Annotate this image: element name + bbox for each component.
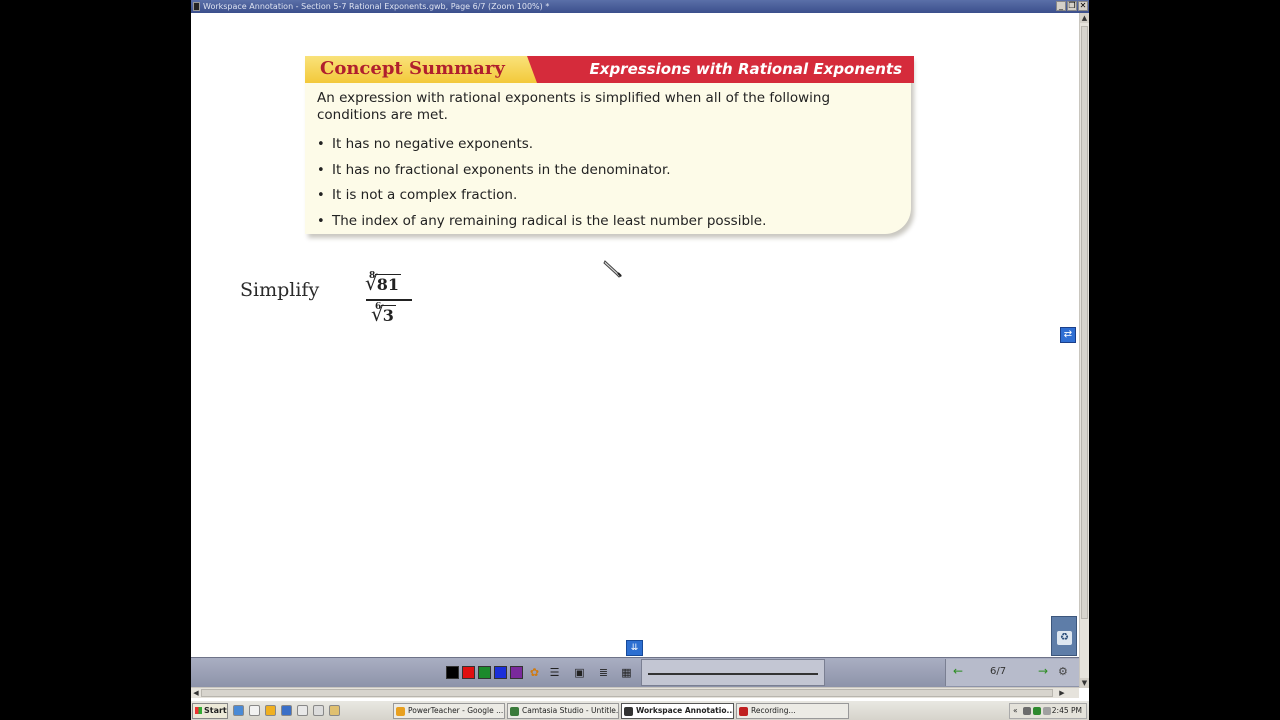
system-tray: « 2:45 PM bbox=[1009, 703, 1087, 719]
concept-summary-box: Concept Summary Expressions with Rationa… bbox=[305, 56, 915, 237]
recycle-icon: ♻ bbox=[1057, 631, 1072, 645]
radicand: 81 bbox=[374, 274, 402, 294]
recycle-bin-button[interactable]: ♻ bbox=[1051, 616, 1077, 656]
line-style-icon[interactable]: ≣ bbox=[596, 665, 611, 680]
task-label: PowerTeacher - Google ... bbox=[408, 706, 504, 715]
switch-side-icon[interactable]: ⇄ bbox=[1060, 327, 1076, 343]
pen-preview-panel[interactable] bbox=[641, 659, 825, 686]
taskbar-item-recording[interactable]: Recording... bbox=[736, 703, 849, 719]
annotation-canvas[interactable]: Concept Summary Expressions with Rationa… bbox=[191, 13, 1079, 657]
radical: 6 √3 bbox=[371, 302, 396, 326]
settings-icon[interactable]: ⚙ bbox=[1058, 665, 1068, 678]
page-navigation: ← 6/7 → ⚙ bbox=[945, 659, 1079, 686]
taskbar-item-powerteacher[interactable]: PowerTeacher - Google ... bbox=[393, 703, 505, 719]
conditions-list: • It has no negative exponents. • It has n… bbox=[317, 132, 766, 234]
color-swatch-blue[interactable] bbox=[494, 666, 507, 679]
camtasia-icon bbox=[510, 707, 519, 716]
task-label: Camtasia Studio - Untitle... bbox=[522, 706, 619, 715]
taskbar-item-camtasia[interactable]: Camtasia Studio - Untitle... bbox=[507, 703, 619, 719]
restore-button[interactable]: ❐ bbox=[1067, 1, 1077, 11]
condition-text: It is not a complex fraction. bbox=[332, 187, 518, 203]
taskbar: Start PowerTeacher - Google ... Camtasia… bbox=[191, 700, 1089, 720]
radical-index: 6 bbox=[375, 302, 382, 312]
horizontal-scrollbar[interactable]: ◀ ▶ bbox=[191, 687, 1079, 698]
window-title: Workspace Annotation - Section 5-7 Ratio… bbox=[203, 2, 550, 11]
palette-icon[interactable]: ✿ bbox=[527, 665, 542, 680]
numerator-radical: 8 √81 bbox=[365, 271, 402, 297]
task-label: Workspace Annotatio... bbox=[636, 706, 734, 715]
radical-index: 8 bbox=[369, 271, 376, 281]
scroll-right-icon[interactable]: ▶ bbox=[1057, 688, 1067, 698]
radical-fraction: 8 √81 6 √3 bbox=[365, 271, 413, 329]
app-icon bbox=[193, 2, 200, 11]
condition-item: • The index of any remaining radical is t… bbox=[317, 209, 766, 235]
scroll-left-icon[interactable]: ◀ bbox=[191, 688, 201, 698]
vertical-scroll-thumb[interactable] bbox=[1081, 26, 1088, 619]
workspace-window: Workspace Annotation - Section 5-7 Ratio… bbox=[191, 0, 1089, 720]
pen-preview-line bbox=[648, 673, 818, 675]
denominator-radical: 6 √3 bbox=[371, 302, 396, 328]
condition-item: • It is not a complex fraction. bbox=[317, 183, 766, 209]
pen-cursor-icon bbox=[603, 260, 622, 278]
collapse-toolbar-button[interactable]: ⇊ bbox=[626, 640, 643, 656]
chrome-icon bbox=[396, 707, 405, 716]
network-icon[interactable] bbox=[1033, 707, 1041, 715]
bullet-icon: • bbox=[317, 137, 325, 152]
radical: 8 √81 bbox=[365, 271, 402, 295]
eraser-icon[interactable]: ▣ bbox=[572, 665, 587, 680]
scroll-up-icon[interactable]: ▲ bbox=[1080, 13, 1089, 23]
concept-summary-intro: An expression with rational exponents is… bbox=[317, 90, 831, 123]
prev-page-icon[interactable]: ← bbox=[953, 664, 963, 678]
chrome-quicklaunch-icon[interactable] bbox=[233, 705, 244, 716]
bullet-icon: • bbox=[317, 213, 325, 229]
next-page-icon[interactable]: → bbox=[1038, 664, 1048, 678]
simplify-label: Simplify bbox=[240, 279, 320, 301]
tray-app-icon[interactable] bbox=[1043, 707, 1051, 715]
concept-summary-header: Concept Summary Expressions with Rationa… bbox=[305, 56, 914, 83]
recording-icon bbox=[739, 707, 748, 716]
tray-expand-icon[interactable]: « bbox=[1013, 704, 1018, 718]
color-swatch-black[interactable] bbox=[446, 666, 459, 679]
condition-item: • It has no negative exponents. bbox=[317, 132, 766, 158]
color-swatch-green[interactable] bbox=[478, 666, 491, 679]
close-button[interactable]: ✕ bbox=[1078, 1, 1088, 11]
concept-summary-title: Concept Summary bbox=[320, 58, 505, 79]
page-indicator: 6/7 bbox=[990, 666, 1007, 677]
concept-summary-subtitle: Expressions with Rational Exponents bbox=[589, 60, 902, 78]
radicand: 3 bbox=[380, 305, 396, 325]
notepad-quicklaunch-icon[interactable] bbox=[297, 705, 308, 716]
line-width-icon[interactable]: ☰ bbox=[547, 665, 562, 680]
clock: 2:45 PM bbox=[1051, 706, 1082, 715]
ie-quicklaunch-icon[interactable] bbox=[281, 705, 292, 716]
folder-quicklaunch-icon[interactable] bbox=[329, 705, 340, 716]
workspace-icon bbox=[624, 707, 633, 716]
bullet-icon: • bbox=[317, 162, 325, 178]
outlook-quicklaunch-icon[interactable] bbox=[265, 705, 276, 716]
window-controls: _ ❐ ✕ bbox=[1056, 1, 1088, 11]
start-label: Start bbox=[204, 706, 227, 715]
color-swatch-red[interactable] bbox=[462, 666, 475, 679]
condition-text: It has no negative exponents. bbox=[332, 136, 534, 152]
grid-icon[interactable]: ▦ bbox=[619, 665, 634, 680]
fraction-bar bbox=[366, 299, 412, 301]
vertical-scrollbar[interactable]: ▲ ▼ bbox=[1079, 13, 1089, 688]
start-button[interactable]: Start bbox=[192, 703, 228, 719]
taskbar-item-workspace[interactable]: Workspace Annotatio... bbox=[621, 703, 734, 719]
color-swatch-purple[interactable] bbox=[510, 666, 523, 679]
title-bar[interactable]: Workspace Annotation - Section 5-7 Ratio… bbox=[191, 0, 1089, 13]
condition-text: The index of any remaining radical is th… bbox=[332, 212, 767, 229]
condition-text: It has no fractional exponents in the de… bbox=[332, 161, 671, 178]
horizontal-scroll-thumb[interactable] bbox=[201, 689, 1053, 697]
annotation-toolbar: ✿ ☰ ▣ ≣ ▦ ← 6/7 → ⚙ bbox=[191, 657, 1079, 687]
desktop-quicklaunch-icon[interactable] bbox=[249, 705, 260, 716]
scroll-down-icon[interactable]: ▼ bbox=[1080, 678, 1089, 688]
minimize-button[interactable]: _ bbox=[1056, 1, 1066, 11]
condition-item: • It has no fractional exponents in the d… bbox=[317, 158, 766, 184]
windows-logo-icon bbox=[195, 707, 202, 714]
task-label: Recording... bbox=[751, 706, 796, 715]
bullet-icon: • bbox=[317, 188, 325, 203]
window-quicklaunch-icon[interactable] bbox=[313, 705, 324, 716]
volume-icon[interactable] bbox=[1023, 707, 1031, 715]
